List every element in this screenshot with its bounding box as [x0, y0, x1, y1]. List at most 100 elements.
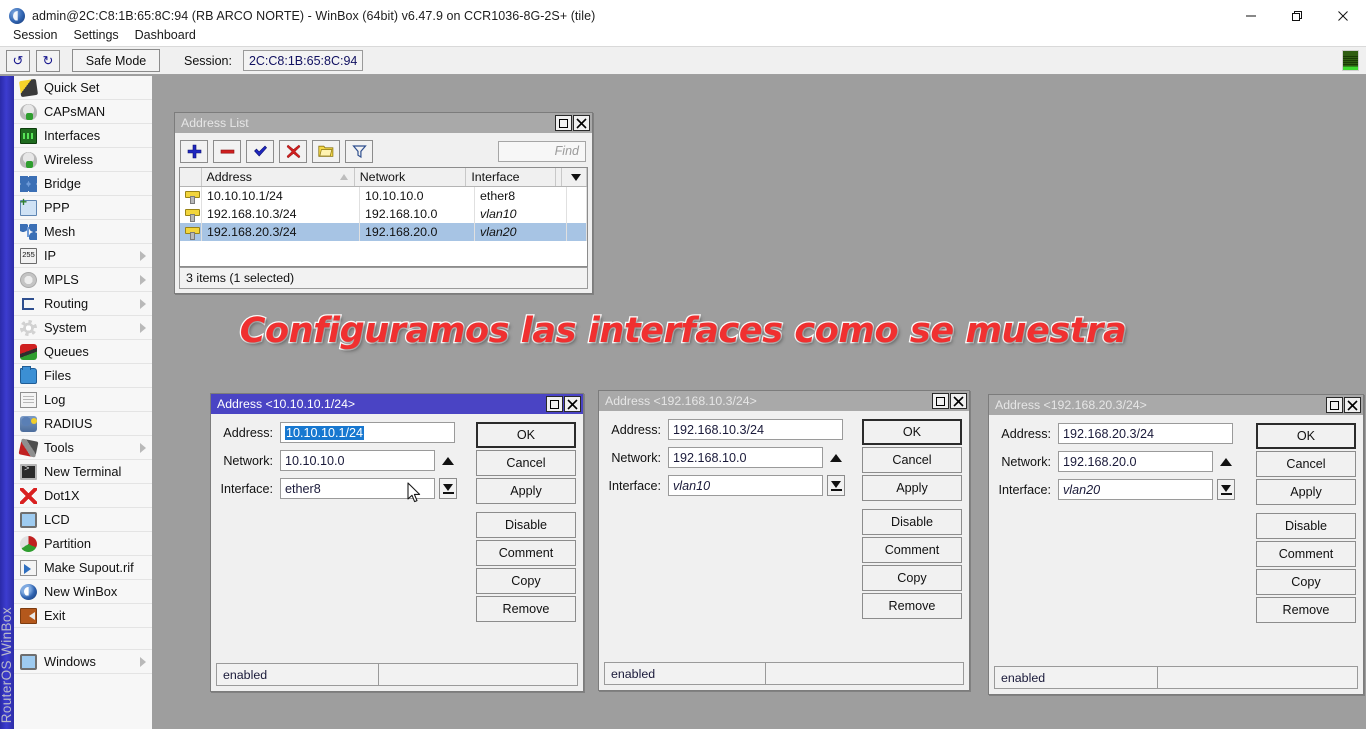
ok-button[interactable]: OK: [862, 419, 962, 445]
close-icon[interactable]: [573, 115, 590, 131]
sidebar-item-interfaces[interactable]: Interfaces: [14, 124, 152, 148]
network-field-label: Network:: [996, 455, 1058, 469]
address-list-title-bar[interactable]: Address List: [175, 113, 592, 133]
cancel-button[interactable]: Cancel: [1256, 451, 1356, 477]
close-icon[interactable]: [564, 396, 581, 412]
chevron-right-icon: [140, 299, 146, 309]
sidebar-item-new-winbox[interactable]: New WinBox: [14, 580, 152, 604]
row-network: 192.168.10.0: [360, 205, 475, 223]
column-header-address[interactable]: Address: [202, 168, 355, 186]
sidebar-item-radius[interactable]: RADIUS: [14, 412, 152, 436]
sidebar-item-exit[interactable]: Exit: [14, 604, 152, 628]
undo-icon[interactable]: ↺: [6, 50, 30, 72]
sidebar-item-quick-set[interactable]: Quick Set: [14, 76, 152, 100]
sidebar-item-ip[interactable]: IP: [14, 244, 152, 268]
sidebar-item-dot1x[interactable]: Dot1X: [14, 484, 152, 508]
cancel-button[interactable]: Cancel: [862, 447, 962, 473]
apply-button[interactable]: Apply: [1256, 479, 1356, 505]
disable-button[interactable]: Disable: [476, 512, 576, 538]
address-dialog-2-title-bar[interactable]: Address <192.168.10.3/24>: [599, 391, 969, 411]
disable-button[interactable]: Disable: [862, 509, 962, 535]
table-row[interactable]: 192.168.20.3/24 192.168.20.0 vlan20: [180, 223, 587, 241]
sidebar-item-make-supout[interactable]: Make Supout.rif: [14, 556, 152, 580]
network-input[interactable]: 192.168.10.0: [668, 447, 823, 468]
ok-button[interactable]: OK: [1256, 423, 1356, 449]
network-expand-icon[interactable]: [439, 450, 457, 471]
column-header-flag[interactable]: [180, 168, 202, 186]
sidebar-item-partition[interactable]: Partition: [14, 532, 152, 556]
interface-input[interactable]: vlan10: [668, 475, 823, 496]
address-dialog-3-title-bar[interactable]: Address <192.168.20.3/24>: [989, 395, 1363, 415]
column-header-interface[interactable]: Interface: [466, 168, 555, 186]
menu-dashboard[interactable]: Dashboard: [127, 26, 204, 44]
session-value[interactable]: 2C:C8:1B:65:8C:94: [243, 50, 363, 71]
maximize-icon[interactable]: [1326, 397, 1343, 413]
maximize-icon[interactable]: [546, 396, 563, 412]
menu-session[interactable]: Session: [5, 26, 65, 44]
sidebar-item-log[interactable]: Log: [14, 388, 152, 412]
remove-button[interactable]: Remove: [862, 593, 962, 619]
interface-dropdown-icon[interactable]: [1217, 479, 1235, 500]
address-input[interactable]: 10.10.10.1/24: [280, 422, 455, 443]
interface-dropdown-icon[interactable]: [439, 478, 457, 499]
sidebar-item-mesh[interactable]: Mesh: [14, 220, 152, 244]
maximize-icon[interactable]: [932, 393, 949, 409]
address-dialog-1-title-bar[interactable]: Address <10.10.10.1/24>: [211, 394, 583, 414]
column-chooser-dropdown-icon[interactable]: [562, 168, 587, 186]
disable-button[interactable]: Disable: [1256, 513, 1356, 539]
comment-icon[interactable]: [312, 140, 340, 163]
maximize-icon[interactable]: [555, 115, 572, 131]
apply-button[interactable]: Apply: [476, 478, 576, 504]
close-icon[interactable]: [1344, 397, 1361, 413]
interface-input[interactable]: vlan20: [1058, 479, 1213, 500]
menu-settings[interactable]: Settings: [65, 26, 126, 44]
filter-icon[interactable]: [345, 140, 373, 163]
sidebar-item-ppp[interactable]: PPP: [14, 196, 152, 220]
network-expand-icon[interactable]: [1217, 451, 1235, 472]
sidebar-item-new-terminal[interactable]: New Terminal: [14, 460, 152, 484]
network-input[interactable]: 192.168.20.0: [1058, 451, 1213, 472]
ok-button[interactable]: OK: [476, 422, 576, 448]
session-label: Session:: [184, 54, 232, 68]
remove-button[interactable]: Remove: [476, 596, 576, 622]
main-toolbar: ↺ ↻ Safe Mode Session: 2C:C8:1B:65:8C:94: [0, 46, 1366, 75]
table-row[interactable]: 192.168.10.3/24 192.168.10.0 vlan10: [180, 205, 587, 223]
disable-icon[interactable]: [279, 140, 307, 163]
sidebar-item-queues[interactable]: Queues: [14, 340, 152, 364]
address-input[interactable]: 192.168.10.3/24: [668, 419, 843, 440]
sidebar-item-system[interactable]: System: [14, 316, 152, 340]
sidebar-item-files[interactable]: Files: [14, 364, 152, 388]
network-input[interactable]: 10.10.10.0: [280, 450, 435, 471]
remove-icon[interactable]: [213, 140, 241, 163]
redo-icon[interactable]: ↻: [36, 50, 60, 72]
sidebar-item-mpls[interactable]: MPLS: [14, 268, 152, 292]
enable-icon[interactable]: [246, 140, 274, 163]
remove-button[interactable]: Remove: [1256, 597, 1356, 623]
sidebar-item-capsman[interactable]: CAPsMAN: [14, 100, 152, 124]
column-header-network[interactable]: Network: [355, 168, 467, 186]
sidebar-item-routing[interactable]: Routing: [14, 292, 152, 316]
cpu-graph-indicator: [1342, 50, 1359, 71]
safe-mode-button[interactable]: Safe Mode: [72, 49, 160, 72]
sidebar-item-bridge[interactable]: Bridge: [14, 172, 152, 196]
sidebar-item-tools[interactable]: Tools: [14, 436, 152, 460]
sidebar-item-wireless[interactable]: Wireless: [14, 148, 152, 172]
copy-button[interactable]: Copy: [862, 565, 962, 591]
cancel-button[interactable]: Cancel: [476, 450, 576, 476]
sidebar-item-lcd[interactable]: LCD: [14, 508, 152, 532]
sidebar-item-windows[interactable]: Windows: [14, 650, 152, 674]
winbox-application-window: admin@2C:C8:1B:65:8C:94 (RB ARCO NORTE) …: [0, 0, 1366, 729]
copy-button[interactable]: Copy: [476, 568, 576, 594]
apply-button[interactable]: Apply: [862, 475, 962, 501]
interface-dropdown-icon[interactable]: [827, 475, 845, 496]
comment-button[interactable]: Comment: [476, 540, 576, 566]
address-input[interactable]: 192.168.20.3/24: [1058, 423, 1233, 444]
search-input[interactable]: Find: [498, 141, 586, 162]
comment-button[interactable]: Comment: [862, 537, 962, 563]
network-expand-icon[interactable]: [827, 447, 845, 468]
add-icon[interactable]: [180, 140, 208, 163]
comment-button[interactable]: Comment: [1256, 541, 1356, 567]
table-row[interactable]: 10.10.10.1/24 10.10.10.0 ether8: [180, 187, 587, 205]
copy-button[interactable]: Copy: [1256, 569, 1356, 595]
close-icon[interactable]: [950, 393, 967, 409]
